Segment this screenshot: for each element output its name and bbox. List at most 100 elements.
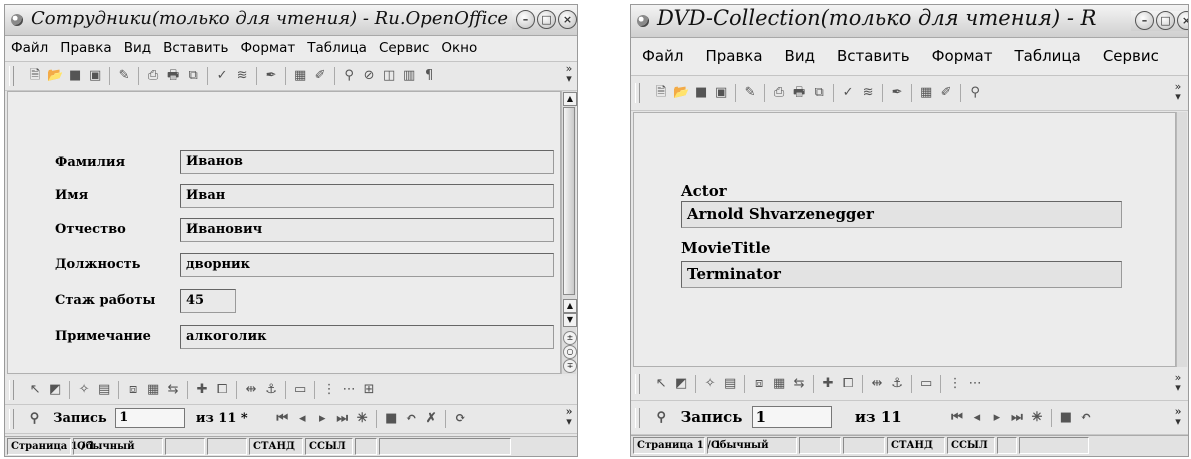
grid-icon[interactable]: ⋮ (946, 375, 964, 393)
anchor-icon[interactable]: ⚓ (888, 375, 906, 393)
next-page-icon[interactable]: ∓ (563, 359, 577, 373)
toolbar-more-icon[interactable]: » ▾ (1172, 406, 1184, 429)
tab-order-icon[interactable]: ⇆ (790, 375, 808, 393)
menu-table[interactable]: Таблица (301, 36, 373, 61)
undo-record-icon[interactable]: ↶ (402, 410, 420, 428)
save-icon[interactable]: ■ (66, 67, 84, 85)
toolbar-grip[interactable] (635, 83, 640, 103)
menu-tools[interactable]: Сервис (1092, 38, 1170, 75)
menu-edit[interactable]: Правка (54, 36, 117, 61)
form-navigator-icon[interactable]: ⧈ (750, 375, 768, 393)
find-record-icon[interactable]: ⚲ (652, 409, 670, 427)
menu-insert[interactable]: Вставить (826, 38, 921, 75)
table-control-icon[interactable]: ▦ (770, 375, 788, 393)
gallery-icon[interactable]: ◫ (380, 67, 398, 85)
toolbar-more-icon[interactable]: » ▾ (1172, 372, 1184, 395)
name-field[interactable]: Иван (180, 184, 554, 208)
toolbar-more-icon[interactable]: » ▾ (563, 63, 575, 86)
open-design-icon[interactable]: ⧠ (213, 381, 231, 399)
autospell-icon[interactable]: ≋ (233, 67, 251, 85)
scroll-thumb[interactable] (563, 107, 575, 295)
spellcheck-icon[interactable]: ✓ (213, 67, 231, 85)
find-icon[interactable]: ⚲ (966, 84, 984, 102)
record-number-input[interactable]: 1 (115, 408, 186, 428)
first-record-icon[interactable]: ⏮ (273, 410, 291, 428)
vertical-scrollbar[interactable]: ▲ ▲ ▼ ± ○ ∓ (561, 91, 577, 374)
actor-field[interactable]: Arnold Shvarzenegger (681, 201, 1122, 228)
print-icon[interactable]: 🖶 (164, 67, 182, 85)
delete-record-icon[interactable]: ✗ (422, 410, 440, 428)
next-record-icon[interactable]: ▸ (988, 409, 1006, 427)
patronymic-field[interactable]: Иванович (180, 218, 554, 242)
add-field-icon[interactable]: ✚ (819, 375, 837, 393)
note-field[interactable]: алкоголик (180, 325, 554, 349)
save-as-icon[interactable]: ▣ (712, 84, 730, 102)
design-mode-icon[interactable]: ◩ (672, 375, 690, 393)
preview-icon[interactable]: ⧉ (184, 67, 202, 85)
prev-record-icon[interactable]: ◂ (968, 409, 986, 427)
scroll-down-icon[interactable]: ▼ (563, 313, 577, 327)
first-record-icon[interactable]: ⏮ (948, 409, 966, 427)
select-icon[interactable]: ↖ (652, 375, 670, 393)
save-as-icon[interactable]: ▣ (86, 67, 104, 85)
close-button[interactable]: × (1177, 11, 1188, 30)
pilcrow-icon[interactable]: ¶ (420, 67, 438, 85)
last-record-icon[interactable]: ⏭ (1008, 409, 1026, 427)
toolbar-grip[interactable] (635, 374, 640, 394)
design-mode-icon[interactable]: ◩ (46, 381, 64, 399)
title-bar[interactable]: Сотрудники(только для чтения) - Ru.OpenO… (5, 5, 577, 36)
menu-format[interactable]: Формат (234, 36, 301, 61)
new-icon[interactable]: 🗎 (26, 67, 44, 85)
close-button[interactable]: × (558, 10, 577, 29)
menu-file[interactable]: Файл (5, 36, 54, 61)
movie-title-field[interactable]: Terminator (681, 261, 1122, 288)
prev-record-icon[interactable]: ◂ (293, 410, 311, 428)
find-record-icon[interactable]: ⚲ (26, 410, 44, 428)
maximize-button[interactable]: □ (1156, 11, 1175, 30)
menu-tools[interactable]: Сервис (373, 36, 435, 61)
menu-edit[interactable]: Правка (694, 38, 773, 75)
print-icon[interactable]: 🖶 (790, 84, 808, 102)
record-number-input[interactable]: 1 (751, 406, 832, 428)
menu-view[interactable]: Вид (774, 38, 826, 75)
table-icon[interactable]: ▦ (917, 84, 935, 102)
toolbar-grip[interactable] (9, 409, 14, 429)
surname-field[interactable]: Иванов (180, 150, 554, 174)
save-record-icon[interactable]: ■ (1057, 409, 1075, 427)
edit-icon[interactable]: ✎ (741, 84, 759, 102)
export-pdf-icon[interactable]: ⎙ (144, 67, 162, 85)
experience-field[interactable]: 45 (180, 289, 236, 313)
autospell-icon[interactable]: ≋ (859, 84, 877, 102)
browse-object-icon[interactable]: ○ (563, 345, 577, 359)
guides-icon[interactable]: ⊞ (360, 381, 378, 399)
draw-icon[interactable]: ✐ (311, 67, 329, 85)
maximize-button[interactable]: □ (537, 10, 556, 29)
position-field[interactable]: дворник (180, 253, 554, 277)
add-field-icon[interactable]: ✚ (193, 381, 211, 399)
align-icon[interactable]: ▭ (917, 375, 935, 393)
menu-insert[interactable]: Вставить (157, 36, 234, 61)
toolbar-grip[interactable] (9, 66, 14, 86)
navigator-icon[interactable]: ⊘ (360, 67, 378, 85)
datasource-icon[interactable]: ▥ (400, 67, 418, 85)
prev-page-icon[interactable]: ± (563, 331, 577, 345)
next-record-icon[interactable]: ▸ (313, 410, 331, 428)
table-icon[interactable]: ▦ (291, 67, 309, 85)
brush-icon[interactable]: ✒ (262, 67, 280, 85)
anchor-icon[interactable]: ⚓ (262, 381, 280, 399)
snap-icon[interactable]: ⋯ (966, 375, 984, 393)
preview-icon[interactable]: ⧉ (810, 84, 828, 102)
save-record-icon[interactable]: ■ (382, 410, 400, 428)
draw-icon[interactable]: ✐ (937, 84, 955, 102)
form-navigator-icon[interactable]: ⧈ (124, 381, 142, 399)
position-size-icon[interactable]: ⇹ (868, 375, 886, 393)
undo-record-icon[interactable]: ↶ (1077, 409, 1095, 427)
minimize-button[interactable]: – (1135, 11, 1154, 30)
grid-icon[interactable]: ⋮ (320, 381, 338, 399)
new-record-icon[interactable]: ✳ (353, 410, 371, 428)
menu-view[interactable]: Вид (118, 36, 157, 61)
control-wizard-icon[interactable]: ✧ (701, 375, 719, 393)
form-properties-icon[interactable]: ▤ (95, 381, 113, 399)
toolbar-grip[interactable] (9, 380, 14, 400)
tab-order-icon[interactable]: ⇆ (164, 381, 182, 399)
